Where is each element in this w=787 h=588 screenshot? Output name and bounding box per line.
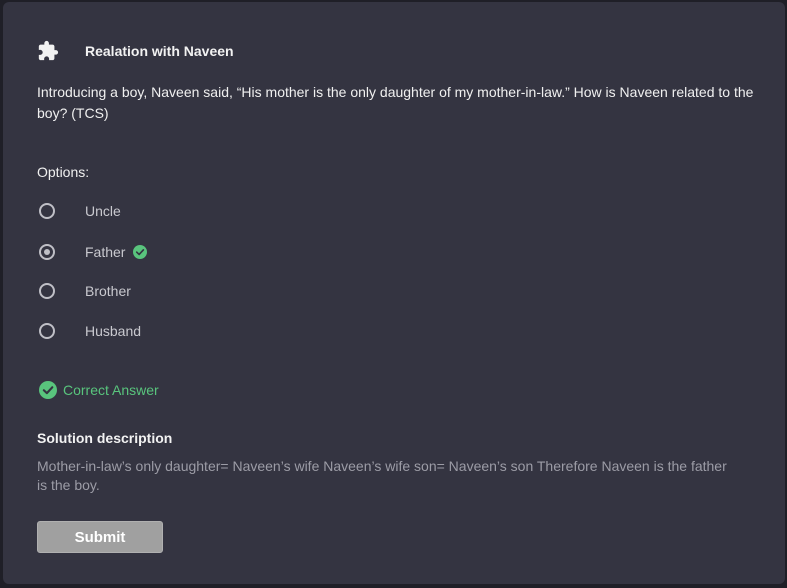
question-card: Realation with Naveen Introducing a boy,… bbox=[3, 2, 785, 584]
check-circle-icon bbox=[39, 381, 57, 399]
correct-answer-indicator: Correct Answer bbox=[39, 381, 159, 399]
option-label: Husband bbox=[85, 323, 142, 339]
option-label: Father bbox=[85, 244, 126, 260]
options-label: Options: bbox=[37, 164, 90, 180]
radio-button[interactable] bbox=[39, 203, 55, 219]
submit-button[interactable]: Submit bbox=[37, 521, 163, 553]
correct-answer-text: Correct Answer bbox=[63, 382, 159, 398]
puzzle-piece-icon bbox=[37, 40, 59, 62]
question-text: Introducing a boy, Naveen said, “His mot… bbox=[37, 84, 754, 121]
radio-button[interactable] bbox=[39, 283, 55, 299]
radio-button-selected[interactable] bbox=[39, 244, 55, 260]
option-label: Uncle bbox=[85, 203, 121, 219]
option-husband[interactable]: Husband bbox=[37, 321, 141, 341]
question-header: Realation with Naveen bbox=[37, 40, 234, 62]
option-uncle[interactable]: Uncle bbox=[37, 201, 121, 221]
solution-description: Mother-in-law’s only daughter= Naveen’s … bbox=[37, 458, 727, 493]
radio-button[interactable] bbox=[39, 323, 55, 339]
question-title: Realation with Naveen bbox=[85, 43, 234, 59]
solution-title: Solution description bbox=[37, 430, 173, 446]
option-brother[interactable]: Brother bbox=[37, 281, 131, 301]
option-father[interactable]: Father bbox=[37, 242, 148, 262]
option-label: Brother bbox=[85, 283, 131, 299]
check-circle-icon bbox=[133, 245, 148, 259]
